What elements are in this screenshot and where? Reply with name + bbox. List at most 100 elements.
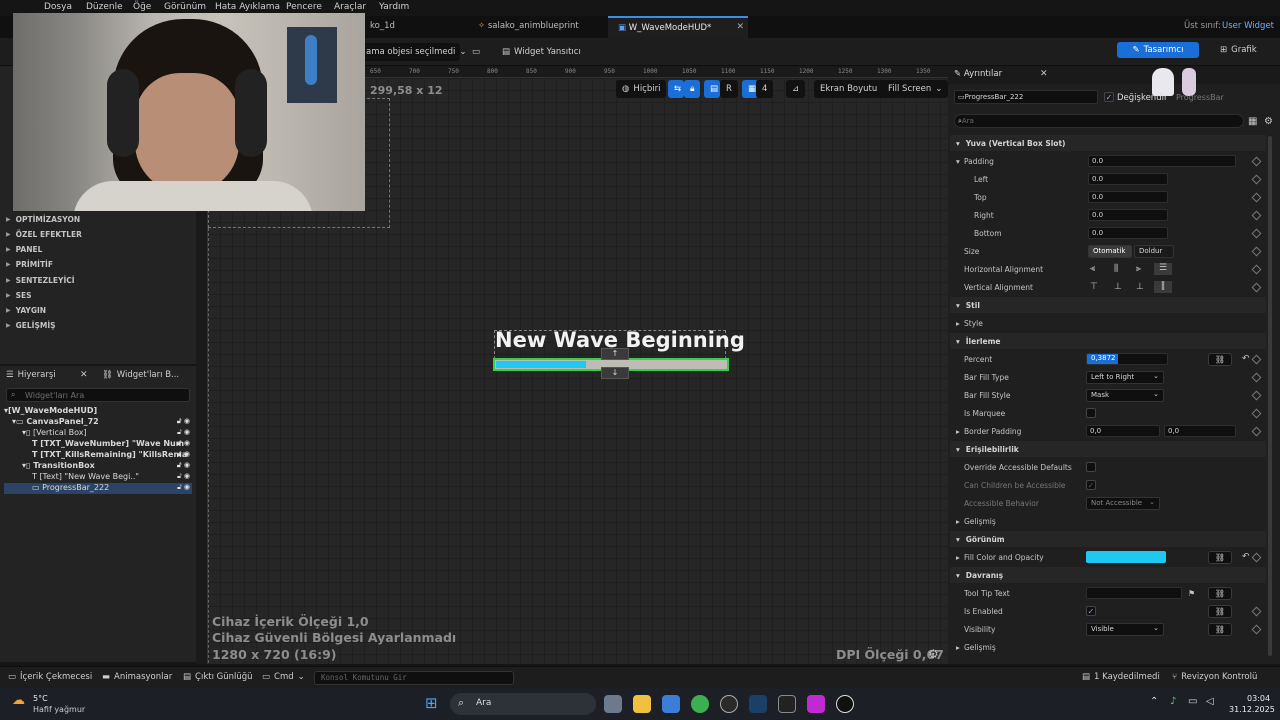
move-up-arrow-icon[interactable]: ↑ <box>601 348 629 360</box>
gear-icon[interactable]: ⚙ <box>928 647 939 661</box>
epic-games-icon[interactable] <box>778 695 796 713</box>
palette-category-synth[interactable]: ▶ SENTEZLEYİCİ <box>0 273 192 288</box>
align-center-icon[interactable]: ⫼ <box>1114 264 1118 274</box>
animations-button[interactable]: ▬ Animasyonlar <box>102 672 172 682</box>
details-scrollbar[interactable] <box>1268 136 1272 656</box>
keyframe-diamond-icon[interactable] <box>1251 282 1262 292</box>
taskbar-search[interactable]: ⌕ Ara <box>450 693 596 715</box>
align-left-icon[interactable]: ⫷ <box>1090 264 1095 274</box>
github-icon[interactable] <box>720 695 738 713</box>
tab-wave-mode-hud[interactable]: ▣ W_WaveModeHUD* ✕ <box>608 16 748 38</box>
move-down-arrow-icon[interactable]: ↓ <box>601 367 629 379</box>
windows-start-icon[interactable]: ⊞ <box>425 694 438 712</box>
r-toggle[interactable]: R <box>720 80 738 98</box>
row-advanced[interactable]: ▸ Gelişmiş <box>950 512 1266 530</box>
lock-eye-icons[interactable]: 🔓︎ ◉ <box>177 428 190 437</box>
keyframe-diamond-icon[interactable] <box>1251 264 1262 274</box>
keyframe-diamond-icon[interactable] <box>1251 246 1262 256</box>
bind-link-icon[interactable]: ⛓ <box>1208 604 1232 618</box>
none-button[interactable]: ◍ Hiçbiri <box>616 80 667 98</box>
tooltip-input[interactable] <box>1086 587 1182 599</box>
menu-window[interactable]: Pencere <box>286 2 322 12</box>
reset-arrow-icon[interactable]: ↶ <box>1242 354 1250 364</box>
keyframe-diamond-icon[interactable] <box>1251 390 1262 400</box>
section-accessibility[interactable]: ▾ Erişilebilirlik <box>950 441 1266 457</box>
microphone-icon[interactable]: ♪ <box>1170 696 1176 707</box>
close-icon[interactable]: ✕ <box>1040 69 1048 79</box>
padding-bottom-input[interactable]: 0.0 <box>1088 227 1168 239</box>
widget-reflector-button[interactable]: ▤ Widget Yansıtıcı <box>496 43 587 61</box>
volume-icon[interactable]: ◁ <box>1206 696 1214 707</box>
close-icon[interactable]: ✕ <box>80 370 88 380</box>
designer-button[interactable]: ✎ Tasarımcı <box>1117 42 1199 58</box>
flag-icon[interactable]: ⚑ <box>1188 589 1195 598</box>
lock-eye-icons[interactable]: 🔓︎ ◉ <box>177 439 190 448</box>
is-variable-checkbox[interactable]: ✓ <box>1104 92 1114 102</box>
bind-link-icon[interactable]: ⛓ <box>1208 550 1232 564</box>
locale-icon[interactable]: ▤ <box>704 80 720 98</box>
toggle-icon[interactable]: ⇆ <box>668 80 684 98</box>
app-icon[interactable] <box>807 695 825 713</box>
grid-view-icon[interactable]: ▦ <box>1248 116 1257 127</box>
lock-eye-icons[interactable]: 🔓︎ ◉ <box>177 450 190 459</box>
lock-eye-icons[interactable]: 🔓︎ ◉ <box>177 483 190 492</box>
gear-icon[interactable]: ⚙ <box>1264 116 1273 127</box>
tab-ko-1d[interactable]: ko_1d <box>360 16 460 38</box>
keyframe-diamond-icon[interactable] <box>1251 228 1262 238</box>
size-fill-button[interactable]: Doldur <box>1134 244 1174 258</box>
task-view-icon[interactable] <box>604 695 622 713</box>
align-fill-icon[interactable]: ☰ <box>1154 263 1172 275</box>
keyframe-diamond-icon[interactable] <box>1251 372 1262 382</box>
palette-category-audio[interactable]: ▶ SES <box>0 288 192 303</box>
hierarchy-row-transition-box[interactable]: ▾▯ TransitionBox 🔓︎ ◉ <box>4 461 192 472</box>
chevron-up-icon[interactable]: ⌃ <box>1150 696 1158 707</box>
widget-name-field[interactable]: ▭ ProgressBar_222 <box>954 90 1098 104</box>
keyframe-diamond-icon[interactable] <box>1251 552 1262 562</box>
keyframe-diamond-icon[interactable] <box>1251 408 1262 418</box>
network-icon[interactable]: ▭ <box>1188 696 1197 707</box>
hierarchy-row-vertical-box[interactable]: ▾▯ [Vertical Box] 🔓︎ ◉ <box>4 428 192 439</box>
palette-category-special-effects[interactable]: ▶ ÖZEL EFEKTLER <box>0 227 192 242</box>
border-padding-y-input[interactable]: 0,0 <box>1164 425 1236 437</box>
lock-eye-icons[interactable]: 🔓︎ ◉ <box>177 472 190 481</box>
enabled-checkbox[interactable]: ✓ <box>1086 606 1096 616</box>
fill-color-swatch[interactable] <box>1086 551 1166 563</box>
keyframe-diamond-icon[interactable] <box>1251 426 1262 436</box>
palette-category-common[interactable]: ▶ YAYGIN <box>0 303 192 318</box>
ruler-icon[interactable]: ⊿ <box>786 80 806 98</box>
fill-screen-dropdown[interactable]: Fill Screen ⌄ <box>882 80 948 98</box>
reset-arrow-icon[interactable]: ↶ <box>1242 552 1250 562</box>
details-search-input[interactable]: ⌕ Ara <box>954 114 1244 128</box>
visibility-dropdown[interactable]: Visible ⌄ <box>1086 622 1164 636</box>
keyframe-diamond-icon[interactable] <box>1251 210 1262 220</box>
padding-input[interactable]: 0.0 <box>1088 155 1236 167</box>
lock-eye-icons[interactable]: 🔓︎ ◉ <box>177 461 190 470</box>
clock-time[interactable]: 03:04 <box>1247 694 1270 703</box>
keyframe-diamond-icon[interactable] <box>1251 606 1262 616</box>
file-explorer-icon[interactable] <box>633 695 651 713</box>
fill-type-dropdown[interactable]: Left to Right ⌄ <box>1086 370 1164 384</box>
hierarchy-row-txt-kills-remaining[interactable]: T [TXT_KillsRemaining] "KillsRema 🔓︎ ◉ <box>4 450 192 461</box>
parent-class-value[interactable]: User Widget <box>1222 21 1274 31</box>
bind-link-icon[interactable]: ⛓ <box>1208 586 1232 600</box>
keyframe-diamond-icon[interactable] <box>1251 354 1262 364</box>
padding-left-input[interactable]: 0.0 <box>1088 173 1168 185</box>
keyframe-diamond-icon[interactable] <box>1251 624 1262 634</box>
fill-style-dropdown[interactable]: Mask ⌄ <box>1086 388 1164 402</box>
row-advanced-2[interactable]: ▸ Gelişmiş <box>950 638 1266 656</box>
align-top-icon[interactable]: ⊤ <box>1090 282 1098 292</box>
align-bottom-icon[interactable]: ⊥ <box>1136 282 1144 292</box>
close-icon[interactable]: ✕ <box>736 22 744 32</box>
weather-icon[interactable]: ☁ <box>12 693 25 708</box>
tab-hierarchy[interactable]: ☰ Hiyerarşi <box>6 366 56 384</box>
lock-icon[interactable]: 🔒︎ <box>684 80 700 98</box>
marquee-checkbox[interactable] <box>1086 408 1096 418</box>
clock-date[interactable]: 31.12.2025 <box>1229 705 1275 714</box>
menu-view[interactable]: Görünüm <box>164 2 206 12</box>
unreal-engine-icon[interactable] <box>836 695 854 713</box>
menu-file[interactable]: Dosya <box>44 2 72 12</box>
debug-object-dropdown[interactable]: ama objesi seçilmedi ⌄ <box>360 43 467 61</box>
cmd-dropdown[interactable]: ▭ Cmd ⌄ <box>262 672 305 682</box>
grid-size[interactable]: 4 <box>756 80 774 98</box>
section-progress[interactable]: ▾ İlerleme <box>950 333 1266 349</box>
